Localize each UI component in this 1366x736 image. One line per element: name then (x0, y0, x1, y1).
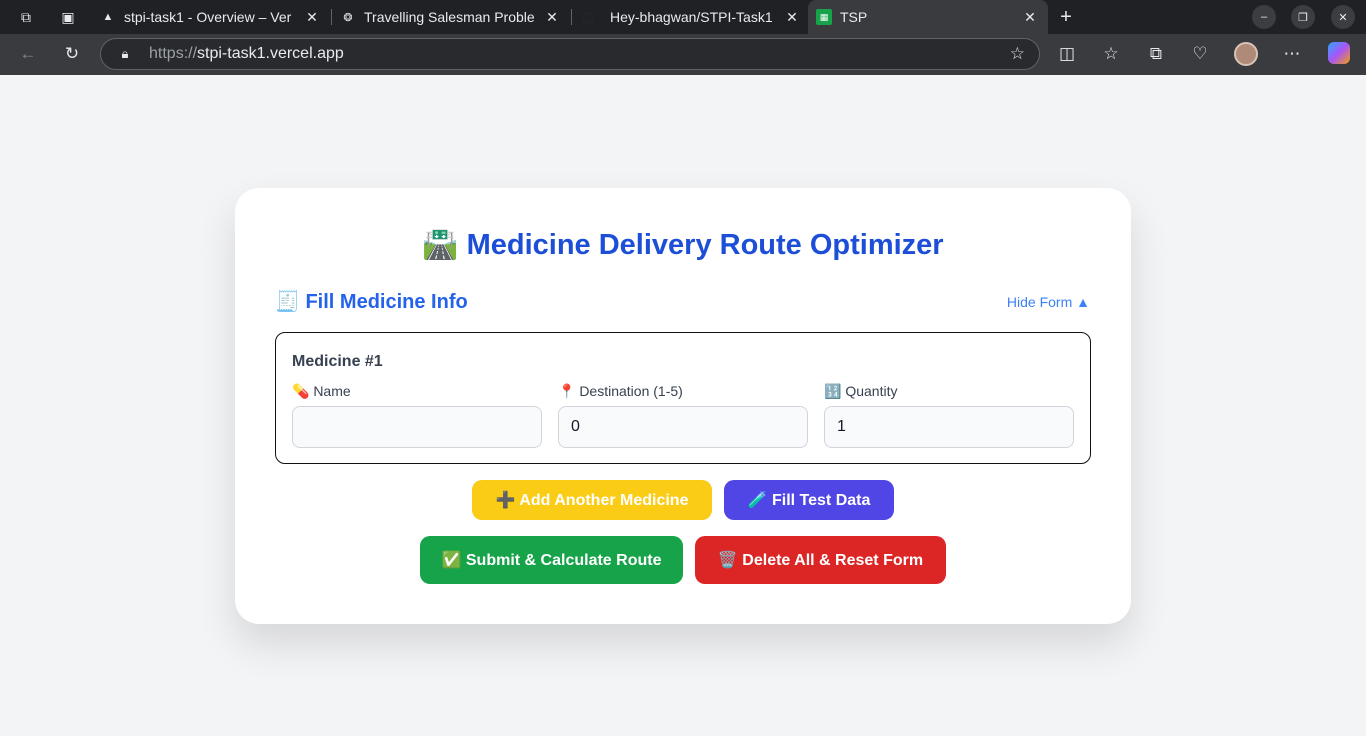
tab-github[interactable]: ◯ Hey-bhagwan/STPI-Task1 ✕ (572, 0, 810, 34)
vercel-icon: ▲ (102, 11, 114, 23)
url-host: stpi-task1.vercel.app (197, 45, 344, 62)
lock-icon[interactable]: 🔒︎ (101, 46, 149, 62)
minimize-icon[interactable]: – (1252, 5, 1276, 29)
browser-essentials-icon[interactable]: ♡ (1188, 42, 1212, 66)
quantity-label: 🔢 Quantity (824, 383, 898, 399)
browser-toolbar: ← ↻ 🔒︎ https://stpi-task1.vercel.app ☆ ◫… (0, 34, 1366, 75)
address-bar[interactable]: 🔒︎ https://stpi-task1.vercel.app ☆ (100, 38, 1040, 70)
favorite-star-icon[interactable]: ☆ (1010, 44, 1025, 64)
road-icon: 🛣️ (422, 229, 459, 261)
page-title-text: Medicine Delivery Route Optimizer (466, 229, 944, 261)
close-tab-icon[interactable]: ✕ (302, 9, 322, 26)
name-field-group: 💊 Name (292, 383, 542, 448)
reload-icon[interactable]: ↻ (60, 42, 84, 66)
profile-avatar[interactable] (1234, 42, 1258, 66)
new-tab-icon[interactable]: + (1052, 3, 1080, 31)
quantity-field-group: 🔢 Quantity (824, 383, 1074, 448)
medicine-heading: Medicine #1 (292, 353, 383, 370)
workspaces-icon[interactable]: ⧉ (12, 3, 40, 31)
delete-reset-button[interactable]: 🗑️ Delete All & Reset Form (695, 536, 946, 584)
tab-tsp[interactable]: ▦ TSP ✕ (808, 0, 1048, 34)
more-menu-icon[interactable]: ⋯ (1280, 42, 1304, 66)
destination-input[interactable] (558, 406, 808, 448)
url-text: https://stpi-task1.vercel.app (149, 45, 344, 63)
name-input[interactable] (292, 406, 542, 448)
url-protocol: https:// (149, 45, 198, 62)
medicine-entry: Medicine #1 💊 Name 📍 Destination (1-5) 🔢… (275, 332, 1091, 464)
favorites-icon[interactable]: ☆ (1099, 42, 1123, 66)
section-heading: 🧾 Fill Medicine Info (275, 289, 468, 314)
back-icon[interactable]: ← (16, 42, 40, 66)
github-icon: ◯ (581, 11, 595, 24)
destination-field-group: 📍 Destination (1-5) (558, 383, 808, 448)
browser-tab-bar: ⧉ ▣ ▲ stpi-task1 - Overview – Ver ✕ ❂ Tr… (0, 0, 1366, 34)
page-title: 🛣️ Medicine Delivery Route Optimizer (235, 228, 1131, 262)
tab-title: Travelling Salesman Proble (364, 9, 535, 25)
openai-icon: ❂ (343, 11, 353, 24)
tab-title: stpi-task1 - Overview – Ver (124, 9, 292, 25)
restore-icon[interactable]: ❐ (1291, 5, 1315, 29)
copilot-icon[interactable] (1328, 42, 1350, 64)
destination-label: 📍 Destination (1-5) (558, 383, 683, 399)
submit-calculate-button[interactable]: ✅ Submit & Calculate Route (420, 536, 683, 584)
tab-actions-icon[interactable]: ▣ (54, 3, 82, 31)
collections-icon[interactable]: ⧉ (1144, 42, 1168, 66)
split-screen-icon[interactable]: ◫ (1055, 42, 1079, 66)
receipt-icon: 🧾 (275, 291, 300, 313)
tsp-favicon: ▦ (816, 9, 832, 25)
fill-test-data-button[interactable]: 🧪 Fill Test Data (724, 480, 894, 520)
section-heading-text: Fill Medicine Info (305, 291, 468, 313)
tab-title: TSP (840, 9, 868, 25)
close-window-icon[interactable]: ✕ (1331, 5, 1355, 29)
tab-chatgpt[interactable]: ❂ Travelling Salesman Proble ✕ (332, 0, 570, 34)
close-tab-icon[interactable]: ✕ (782, 9, 802, 26)
tab-title: Hey-bhagwan/STPI-Task1 (610, 9, 773, 25)
hide-form-toggle[interactable]: Hide Form ▲ (1007, 294, 1090, 310)
optimizer-card: 🛣️ Medicine Delivery Route Optimizer 🧾 F… (235, 188, 1131, 624)
tab-vercel[interactable]: ▲ stpi-task1 - Overview – Ver ✕ (92, 0, 330, 34)
close-tab-icon[interactable]: ✕ (1020, 9, 1040, 26)
quantity-input[interactable] (824, 406, 1074, 448)
name-label: 💊 Name (292, 383, 351, 399)
close-tab-icon[interactable]: ✕ (542, 9, 562, 26)
add-medicine-button[interactable]: ➕ Add Another Medicine (472, 480, 712, 520)
